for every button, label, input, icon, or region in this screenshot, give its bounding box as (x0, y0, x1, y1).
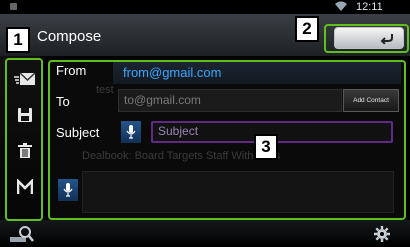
page-title: Compose (37, 28, 102, 45)
callout-frame-sidebar (5, 58, 43, 221)
status-clock: 12:11 (356, 1, 383, 13)
wifi-icon (335, 1, 347, 11)
callout-number-2: 2 (295, 16, 319, 42)
search-icon[interactable] (10, 225, 34, 243)
notification-icon (10, 3, 17, 10)
callout-frame-form (48, 60, 406, 220)
settings-gear-icon[interactable] (373, 225, 391, 243)
bottom-bar (0, 220, 410, 247)
callout-number-1: 1 (6, 27, 30, 53)
callout-frame-back (324, 24, 409, 53)
status-bar (0, 0, 410, 14)
callout-number-3: 3 (254, 134, 278, 160)
